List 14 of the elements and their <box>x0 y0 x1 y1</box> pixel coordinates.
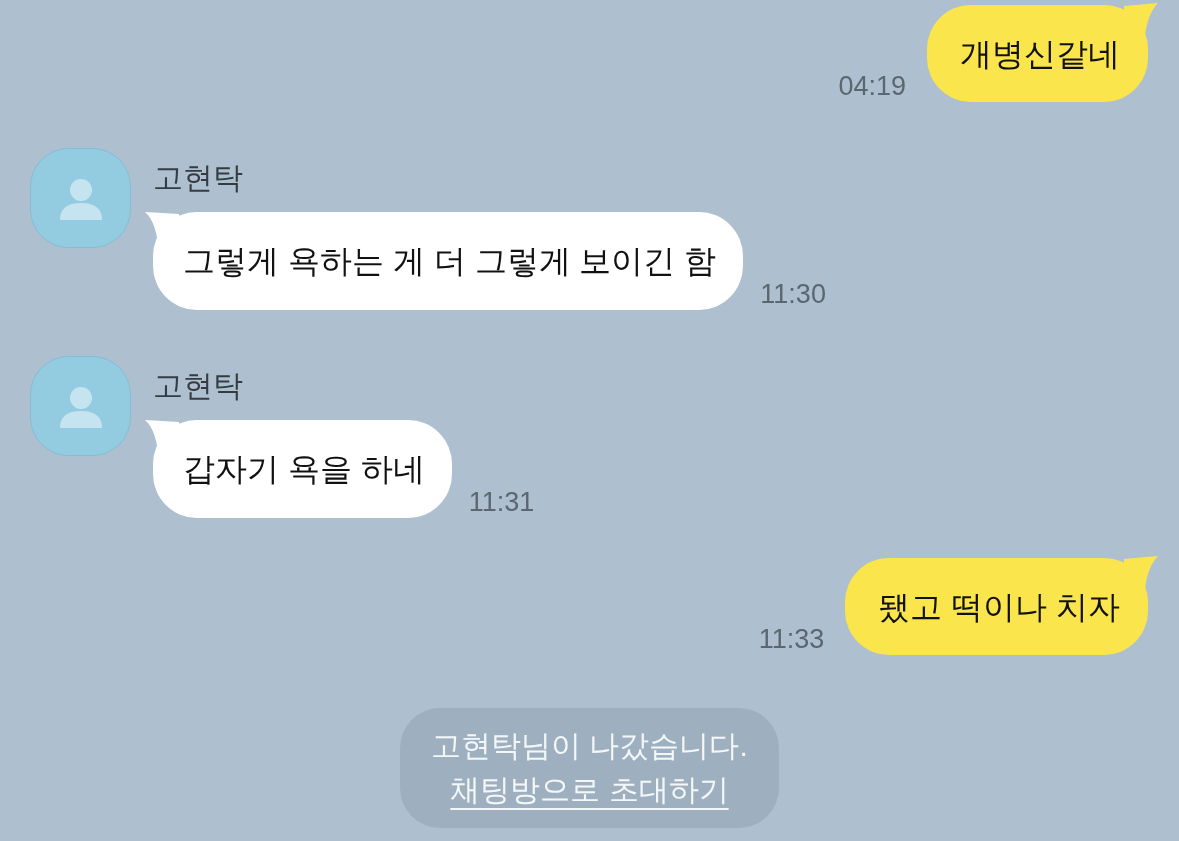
person-avatar-icon[interactable] <box>30 148 131 248</box>
message-time: 04:19 <box>838 71 906 101</box>
message-time: 11:30 <box>760 279 826 309</box>
sender-name: 고현탁 <box>153 160 243 196</box>
message-bubble: 그렇게 욕하는 게 더 그렇게 보이긴 함 <box>145 212 744 310</box>
message-time: 11:31 <box>468 487 535 517</box>
notice-text: 고현탁님이 나갔습니다. <box>431 728 748 764</box>
message-bubble: 됐고 떡이나 치자 <box>845 556 1158 655</box>
invite-link[interactable]: 채팅방으로 초대하기 <box>450 768 729 812</box>
sender-name: 고현탁 <box>153 368 243 404</box>
message-time: 11:33 <box>758 624 825 654</box>
message-bubble: 갑자기 욕을 하네 <box>145 420 452 518</box>
person-avatar-icon[interactable] <box>30 356 131 456</box>
message-bubble: 개병신같네 <box>927 3 1158 102</box>
